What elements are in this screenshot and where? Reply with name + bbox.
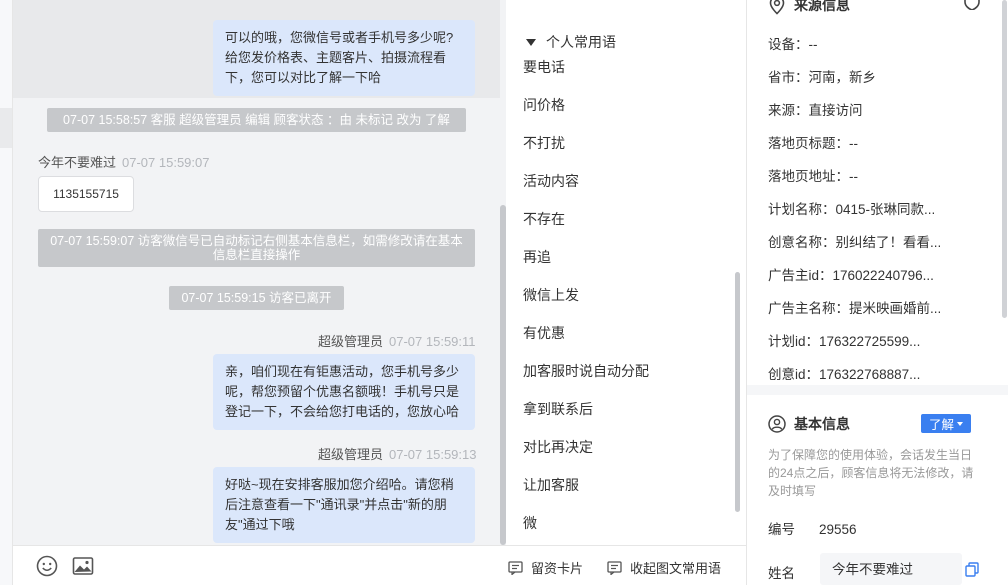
message-time: 07-07 15:59:13 <box>389 447 477 462</box>
location-pin-icon <box>769 0 785 15</box>
section-divider <box>747 385 1008 395</box>
user-circle-icon <box>768 415 786 433</box>
info-row-number: 编号 29556 <box>768 522 857 537</box>
system-message: 07-07 15:58:57 客服 超级管理员 编辑 顾客状态 ：由 未标记 改… <box>47 108 466 132</box>
info-row-advertiser-name: 广告主名称：提米映画婚前... <box>768 301 942 316</box>
phrases-group-title: 个人常用语 <box>546 34 616 50</box>
card-icon <box>508 560 523 575</box>
info-row-device: 设备：-- <box>768 37 818 52</box>
lead-card-button[interactable]: 留资卡片 <box>508 558 583 577</box>
phrases-group-toggle[interactable]: 个人常用语 <box>526 32 616 52</box>
phrase-item[interactable]: 对比再决定 <box>523 437 593 457</box>
phrase-item[interactable]: 不存在 <box>523 209 565 229</box>
agent-meta: 超级管理员 07-07 15:59:11 <box>318 331 476 350</box>
info-row-creative-name: 创意名称：别纠结了！看看... <box>768 235 942 250</box>
info-row-region: 省市：河南，新乡 <box>768 70 876 85</box>
visitor-message-bubble: 1135155715 <box>38 176 134 212</box>
visitor-meta: 今年不要难过 07-07 15:59:07 <box>38 152 209 171</box>
name-label: 姓名 <box>768 566 795 581</box>
edit-notice: 为了保障您的使用体验，会话发生当日的24点之后，顾客信息将无法修改，请及时填写 <box>768 448 974 498</box>
info-row-plan-name: 计划名称：0415-张琳同款... <box>768 202 936 217</box>
agent-meta: 超级管理员 07-07 15:59:13 <box>318 444 476 463</box>
source-info-title: 来源信息 <box>768 0 850 15</box>
status-badge: 了解 <box>928 418 954 432</box>
chat-panel: 可以的哦，您微信号或者手机号多少呢?给您发价格表、主题客片、拍摄流程看下，您可以… <box>13 0 506 545</box>
left-rail <box>0 0 13 585</box>
phrase-item[interactable]: 再追 <box>523 247 551 267</box>
shield-icon[interactable] <box>963 0 981 10</box>
sender-name: 今年不要难过 <box>38 155 117 170</box>
customer-info-panel: 来源信息 设备：-- 省市：河南，新乡 来源：直接访问 落地页标题：-- 落地页… <box>746 0 1008 585</box>
rail-tab[interactable] <box>0 108 12 148</box>
info-row-landing-title: 落地页标题：-- <box>768 136 858 151</box>
phrase-item[interactable]: 拿到联系后 <box>523 399 593 419</box>
phrase-item[interactable]: 要电话 <box>523 57 565 77</box>
status-dropdown[interactable]: 了解 <box>921 414 971 433</box>
phrase-item[interactable]: 让加客服 <box>523 475 579 495</box>
info-row-landing-url: 落地页地址：-- <box>768 169 858 184</box>
sender-name: 超级管理员 <box>318 334 384 349</box>
info-row-advertiser-id: 广告主id：176022240796... <box>768 268 934 283</box>
agent-message-bubble: 可以的哦，您微信号或者手机号多少呢?给您发价格表、主题客片、拍摄流程看下，您可以… <box>213 20 475 96</box>
copy-icon[interactable] <box>965 562 979 577</box>
lead-card-label: 留资卡片 <box>531 561 584 576</box>
name-field[interactable]: 今年不要难过 <box>820 553 962 585</box>
chevron-down-icon <box>957 421 963 426</box>
system-message: 07-07 15:59:15 访客已离开 <box>169 286 344 310</box>
system-message: 07-07 15:59:07 访客微信号已自动标记右侧基本信息栏，如需修改请在基… <box>38 229 475 267</box>
smiley-icon[interactable] <box>35 554 59 578</box>
message-icon <box>607 560 622 575</box>
phrase-item[interactable]: 问价格 <box>523 95 565 115</box>
phrase-item[interactable]: 加客服时说自动分配 <box>523 361 649 381</box>
phrase-item[interactable]: 微 <box>523 513 537 533</box>
source-info-title-text: 来源信息 <box>794 0 850 13</box>
collapse-phrases-button[interactable]: 收起图文常用语 <box>607 558 721 577</box>
phrases-panel: 个人常用语 要电话 问价格 不打扰 活动内容 不存在 再追 微信上发 有优惠 加… <box>506 0 746 545</box>
message-time: 07-07 15:59:07 <box>122 155 210 170</box>
image-icon[interactable] <box>71 554 95 578</box>
agent-message-bubble: 好哒~现在安排客服加您介绍哈。请您稍后注意查看一下"通讯录"并点击"新的朋友"通… <box>213 467 475 543</box>
caret-down-icon <box>526 38 536 46</box>
info-row-source: 来源：直接访问 <box>768 103 863 118</box>
info-scrollbar[interactable] <box>1002 0 1007 318</box>
phrase-item[interactable]: 活动内容 <box>523 171 579 191</box>
info-row-plan-id: 计划id：176322725599... <box>768 334 921 349</box>
collapse-phrases-label: 收起图文常用语 <box>630 561 722 576</box>
sender-name: 超级管理员 <box>318 447 384 462</box>
agent-message-bubble: 亲，咱们现在有钜惠活动，您手机号多少呢，帮您预留个优惠名额哦！手机号只是登记一下… <box>213 354 475 430</box>
basic-info-title: 基本信息 <box>768 414 850 434</box>
phrase-item[interactable]: 不打扰 <box>523 133 565 153</box>
info-row-creative-id: 创意id：176322768887... <box>768 367 921 382</box>
phrases-scrollbar[interactable] <box>735 272 740 512</box>
basic-info-title-text: 基本信息 <box>794 416 850 432</box>
phrase-item[interactable]: 有优惠 <box>523 323 565 343</box>
message-time: 07-07 15:59:11 <box>389 334 476 349</box>
chat-toolbar: 留资卡片 收起图文常用语 <box>13 545 746 586</box>
phrase-item[interactable]: 微信上发 <box>523 285 579 305</box>
